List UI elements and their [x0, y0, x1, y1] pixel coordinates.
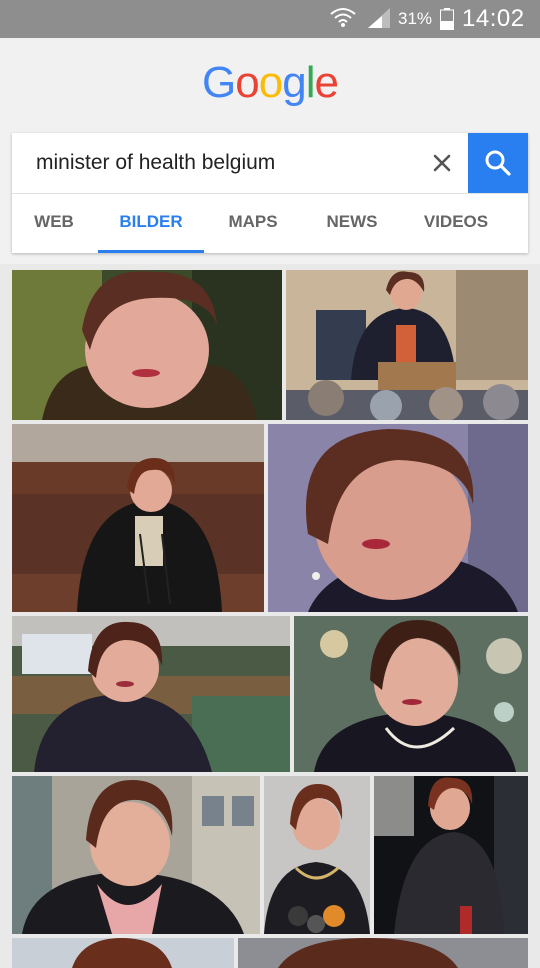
image-result-2[interactable]	[286, 270, 528, 420]
clock: 14:02	[462, 5, 525, 32]
status-bar: 31% 14:02	[0, 0, 540, 38]
image-result-7[interactable]	[12, 776, 260, 934]
logo-letter: o	[235, 58, 260, 107]
search-button[interactable]	[468, 133, 528, 193]
tab-videos[interactable]: VIDEOS	[408, 194, 504, 253]
search-icon	[485, 150, 511, 176]
search-header: Google WEB BILDER MAPS NEWS VIDEOS	[0, 38, 540, 264]
search-tabs: WEB BILDER MAPS NEWS VIDEOS	[12, 194, 528, 253]
image-results-grid	[0, 264, 540, 968]
image-result-1[interactable]	[12, 270, 282, 420]
logo-letter: G	[202, 58, 236, 107]
image-result-6[interactable]	[294, 616, 528, 772]
tab-web[interactable]: WEB	[12, 194, 96, 253]
search-input[interactable]	[12, 133, 468, 193]
image-result-4[interactable]	[268, 424, 528, 612]
logo-letter: e	[314, 58, 339, 107]
google-logo[interactable]: Google	[0, 58, 540, 108]
close-icon	[433, 154, 451, 172]
logo-letter: l	[305, 58, 316, 107]
logo-letter: o	[258, 58, 284, 107]
clear-search-button[interactable]	[424, 145, 460, 181]
tab-bilder[interactable]: BILDER	[98, 194, 204, 253]
battery-percent: 31%	[398, 9, 433, 28]
image-result-5[interactable]	[12, 616, 290, 772]
tab-news[interactable]: NEWS	[302, 194, 402, 253]
logo-letter: g	[282, 58, 307, 107]
image-result-11[interactable]	[238, 938, 528, 968]
image-result-10[interactable]	[12, 938, 234, 968]
tab-maps[interactable]: MAPS	[208, 194, 298, 253]
wifi-icon	[330, 6, 356, 33]
image-result-3[interactable]	[12, 424, 264, 612]
battery-icon	[440, 8, 454, 35]
image-result-8[interactable]	[264, 776, 370, 934]
search-card: WEB BILDER MAPS NEWS VIDEOS	[12, 133, 528, 253]
signal-icon	[366, 8, 392, 35]
image-result-9[interactable]	[374, 776, 528, 934]
